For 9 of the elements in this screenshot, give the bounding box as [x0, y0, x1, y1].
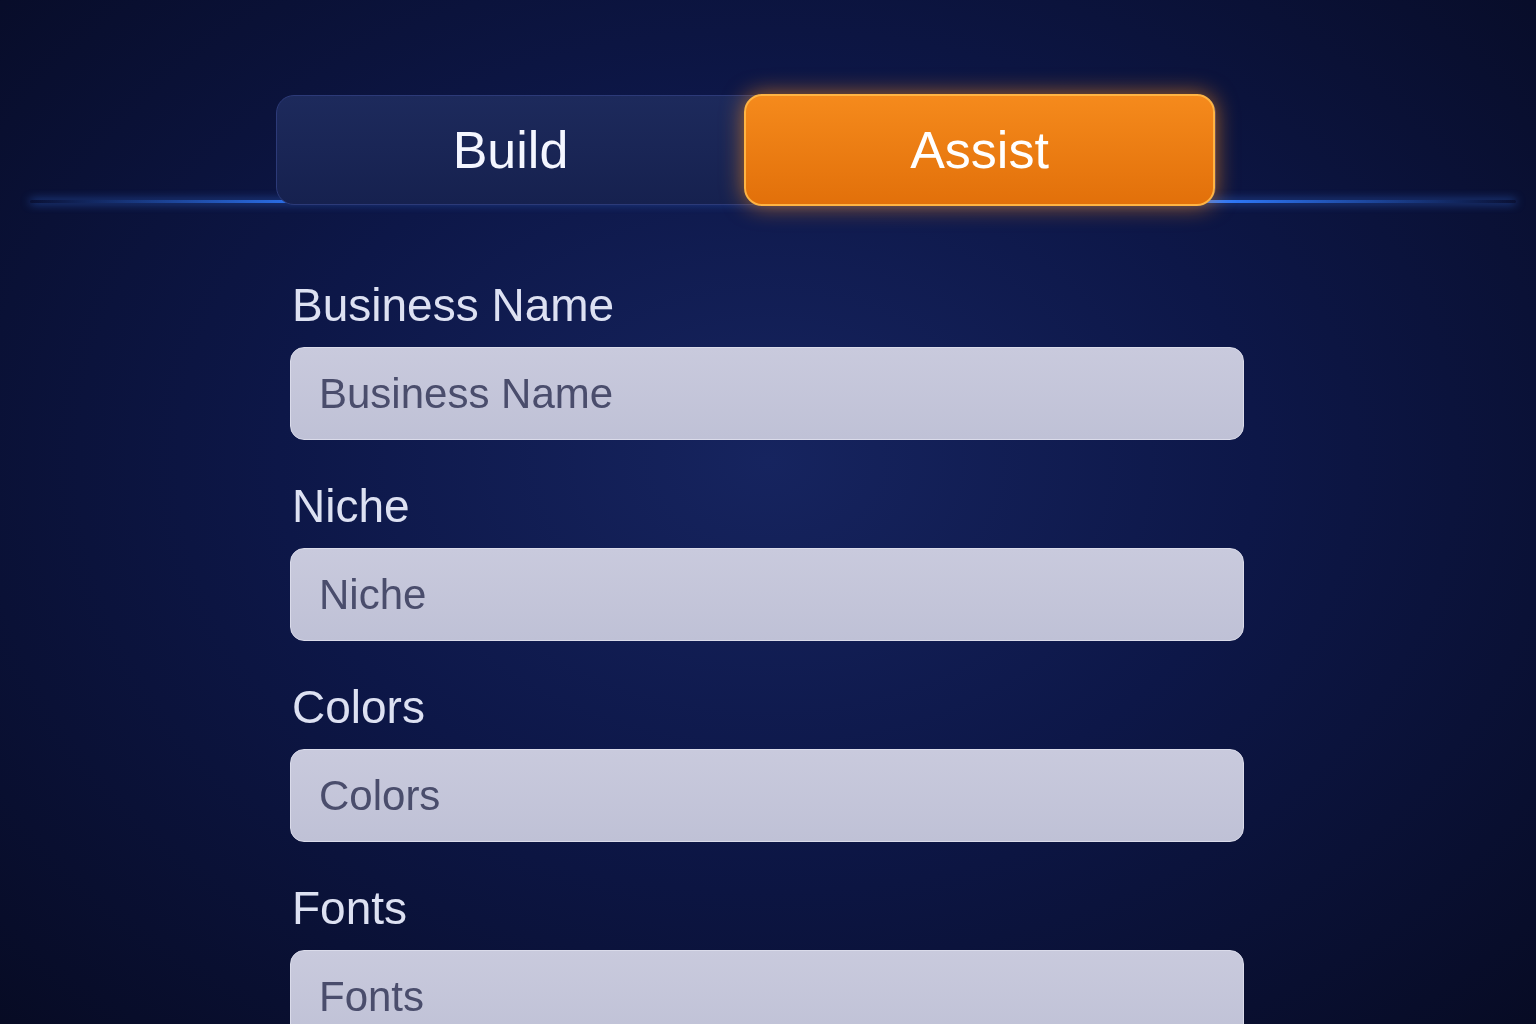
text-field[interactable]: Fonts [290, 950, 1244, 1024]
field-label: Business Name [292, 278, 616, 333]
tab[interactable]: Build [277, 96, 744, 204]
text-field[interactable]: Niche [290, 548, 1244, 641]
field-label: Fonts [292, 881, 409, 936]
text-field[interactable]: Colors [290, 749, 1244, 842]
field-label: Colors [292, 680, 426, 735]
text-field[interactable]: Business Name [290, 347, 1244, 440]
field-label: Niche [292, 479, 411, 534]
